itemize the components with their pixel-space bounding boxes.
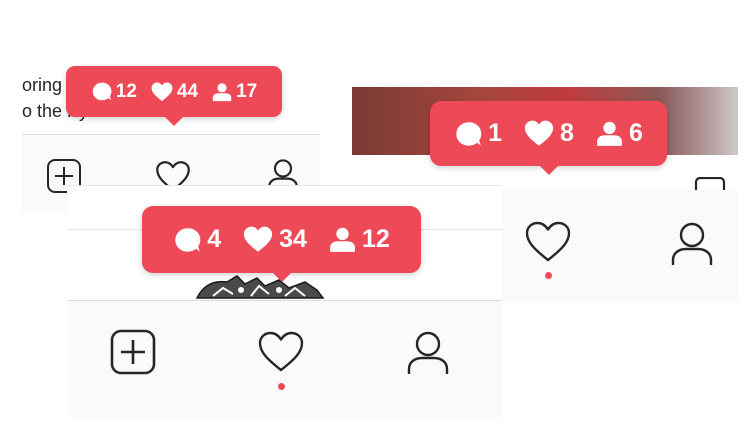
sticker-icon <box>195 275 325 299</box>
sticker-image <box>193 272 327 300</box>
tab-activity[interactable] <box>255 328 307 376</box>
notification-dot <box>278 383 285 390</box>
activity-collage: oring o the Pyramids of Giza <box>0 0 750 448</box>
heart-icon <box>525 221 571 262</box>
activity-summary-bubble[interactable]: 12 44 17 <box>66 66 282 126</box>
caption-line-1: oring <box>22 75 63 95</box>
tab-activity[interactable] <box>522 218 574 266</box>
followers-count: 17 <box>236 80 258 102</box>
person-icon <box>597 121 622 146</box>
comment-icon <box>92 82 112 101</box>
followers-stat: 6 <box>596 119 643 148</box>
likes-count: 44 <box>176 80 199 102</box>
comments-count: 4 <box>207 225 222 253</box>
comments-stat: 1 <box>454 119 502 148</box>
person-icon <box>330 227 355 252</box>
heart-icon <box>258 331 304 372</box>
person-icon <box>212 82 232 101</box>
likes-count: 8 <box>560 119 574 147</box>
followers-stat: 17 <box>212 81 257 103</box>
comment-icon <box>175 227 201 252</box>
notification-dot <box>545 272 552 279</box>
profile-icon <box>671 222 713 265</box>
activity-summary-bubble[interactable]: 4 34 12 <box>142 206 421 282</box>
comments-stat: 12 <box>91 81 137 103</box>
activity-summary-bubble[interactable]: 1 8 6 <box>430 101 667 175</box>
comments-count: 1 <box>488 119 503 147</box>
tab-add-post[interactable] <box>107 326 159 378</box>
heart-icon <box>151 81 173 101</box>
tab-profile[interactable] <box>404 328 452 378</box>
likes-stat: 34 <box>243 225 307 254</box>
profile-icon <box>407 331 449 374</box>
comment-icon <box>456 121 482 146</box>
likes-stat: 44 <box>151 81 198 103</box>
heart-icon <box>244 226 273 252</box>
heart-icon <box>524 120 554 146</box>
tab-bar <box>67 300 502 417</box>
tab-profile[interactable] <box>668 220 716 268</box>
followers-stat: 12 <box>329 225 390 254</box>
comments-stat: 4 <box>173 225 221 254</box>
followers-count: 12 <box>361 225 390 253</box>
comments-count: 12 <box>115 80 137 102</box>
likes-count: 34 <box>279 225 307 253</box>
add-post-icon <box>110 329 156 375</box>
likes-stat: 8 <box>524 119 574 148</box>
followers-count: 6 <box>628 119 643 147</box>
